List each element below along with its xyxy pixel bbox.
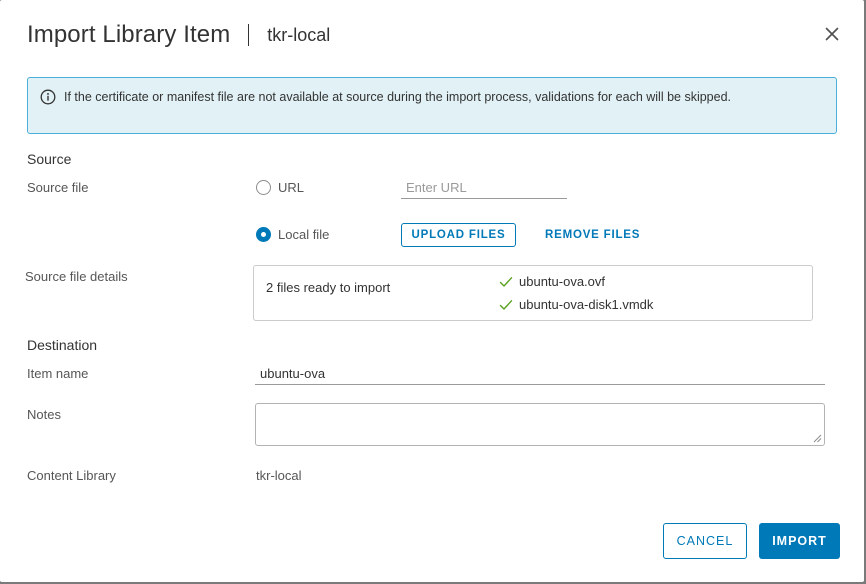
- info-icon: [40, 89, 56, 105]
- item-name-input[interactable]: [255, 363, 825, 385]
- close-icon: [825, 27, 839, 41]
- local-file-radio-label: Local file: [278, 227, 330, 242]
- title-divider: [248, 24, 250, 46]
- dialog-header: Import Library Item tkr-local: [27, 18, 330, 52]
- content-library-value: tkr-local: [256, 468, 302, 483]
- file-name: ubuntu-ova-disk1.vmdk: [519, 297, 654, 312]
- url-radio-button[interactable]: [256, 180, 271, 195]
- url-radio-label: URL: [278, 180, 305, 195]
- alert-text: If the certificate or manifest file are …: [64, 90, 732, 104]
- cancel-button[interactable]: CANCEL: [663, 523, 747, 559]
- remove-files-button[interactable]: REMOVE FILES: [538, 223, 647, 247]
- import-library-item-dialog: Import Library Item tkr-local If the cer…: [0, 0, 864, 582]
- url-input[interactable]: [401, 177, 567, 199]
- file-name: ubuntu-ova.ovf: [519, 274, 606, 289]
- file-list-item: ubuntu-ova-disk1.vmdk: [499, 297, 653, 312]
- item-name-label: Item name: [27, 366, 89, 381]
- dialog-subtitle: tkr-local: [267, 24, 331, 45]
- content-library-label: Content Library: [27, 468, 116, 483]
- destination-section-heading: Destination: [27, 337, 98, 353]
- source-file-label: Source file: [27, 180, 89, 195]
- info-alert: If the certificate or manifest file are …: [27, 77, 837, 134]
- source-section-heading: Source: [27, 151, 72, 167]
- file-list-item: ubuntu-ova.ovf: [499, 274, 605, 289]
- source-file-details-panel: 2 files ready to import ubuntu-ova.ovf u…: [253, 265, 813, 321]
- check-icon: [499, 276, 513, 287]
- import-button[interactable]: IMPORT: [759, 523, 840, 559]
- upload-files-button[interactable]: UPLOAD FILES: [401, 223, 516, 247]
- notes-label: Notes: [27, 407, 61, 422]
- local-file-radio-option[interactable]: Local file: [256, 227, 329, 242]
- local-file-radio-button[interactable]: [256, 227, 271, 242]
- dialog-title: Import Library Item: [27, 21, 231, 48]
- notes-textarea[interactable]: [255, 403, 825, 446]
- files-ready-status: 2 files ready to import: [266, 280, 391, 295]
- source-file-details-label: Source file details: [25, 269, 128, 284]
- url-radio-option[interactable]: URL: [256, 180, 304, 195]
- close-button[interactable]: [822, 24, 842, 44]
- check-icon: [499, 299, 513, 310]
